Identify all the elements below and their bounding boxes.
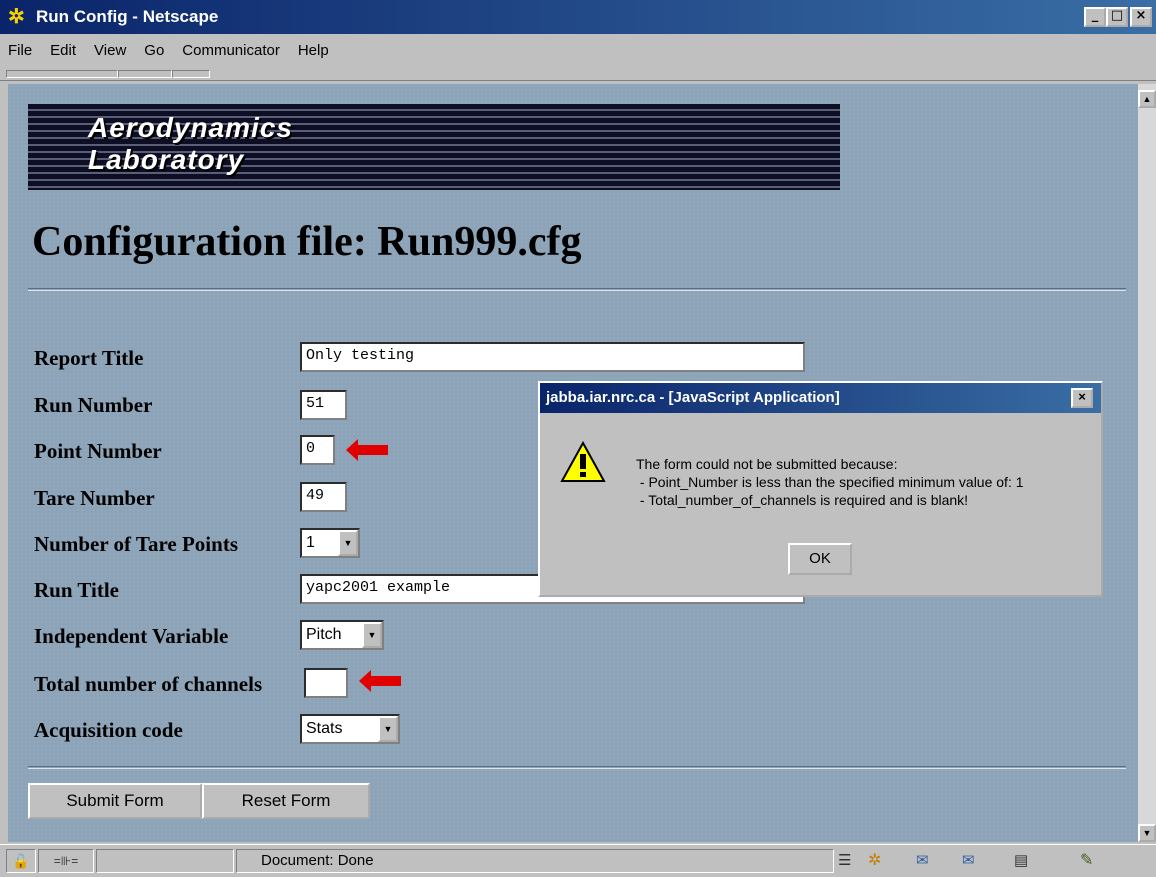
dialog-line-3: - Total_number_of_channels is required a… (636, 492, 969, 508)
error-arrow-icon (346, 439, 388, 461)
chevron-down-icon[interactable]: ▼ (362, 622, 382, 648)
submit-form-button[interactable]: Submit Form (28, 783, 202, 819)
divider-top (28, 288, 1126, 291)
tare-points-label: Number of Tare Points (34, 532, 238, 556)
network-connection-icon: =⊪= (38, 849, 94, 873)
netscape-logo-icon: ✲ (8, 6, 25, 28)
report-title-input[interactable]: Only testing (300, 342, 805, 372)
run-number-label: Run Number (34, 393, 153, 417)
logo-line-2: Laboratory (88, 144, 245, 175)
toolbar-grip-personal[interactable] (172, 70, 210, 78)
error-arrow-icon (359, 670, 401, 692)
status-text: Document: Done (236, 849, 834, 873)
menu-go[interactable]: Go (144, 42, 164, 59)
run-title-label: Run Title (34, 578, 120, 602)
dialog-line-1: The form could not be submitted because: (636, 456, 898, 472)
close-button[interactable]: × (1130, 7, 1152, 27)
logo-line-1: Aerodynamics (88, 112, 293, 143)
ok-button[interactable]: OK (788, 543, 852, 575)
tare-points-select[interactable]: 1 ▼ (300, 528, 360, 558)
dialog-title-bar[interactable]: jabba.iar.nrc.ca - [JavaScript Applicati… (540, 383, 1101, 413)
tare-number-label: Tare Number (34, 486, 155, 510)
dialog-title: jabba.iar.nrc.ca - [JavaScript Applicati… (546, 389, 840, 406)
menu-help[interactable]: Help (298, 42, 329, 59)
warning-icon (560, 441, 606, 482)
page-title: Configuration file: Run999.cfg (32, 219, 582, 265)
vertical-scrollbar[interactable] (1138, 84, 1156, 842)
dialog-close-button[interactable]: × (1071, 388, 1093, 408)
maximize-button[interactable]: □ (1106, 7, 1128, 27)
independent-variable-label: Independent Variable (34, 624, 229, 648)
conference-icon[interactable]: ✎ (1080, 851, 1093, 871)
chevron-down-icon[interactable]: ▼ (338, 530, 358, 556)
minimize-button[interactable]: _ (1084, 7, 1106, 27)
scroll-up-icon[interactable]: ▲ (1138, 90, 1156, 108)
total-channels-label: Total number of channels (34, 672, 263, 696)
menu-communicator[interactable]: Communicator (182, 42, 280, 59)
navigator-icon[interactable]: ✲ (868, 851, 881, 871)
tare-points-value: 1 (306, 534, 315, 551)
newsgroups-icon[interactable]: ✉ (962, 851, 975, 871)
independent-variable-select[interactable]: Pitch ▼ (300, 620, 384, 650)
reset-form-button[interactable]: Reset Form (202, 783, 370, 819)
point-number-input[interactable]: 0 (300, 435, 335, 465)
acquisition-code-value: Stats (306, 720, 343, 737)
acquisition-code-label: Acquisition code (34, 718, 183, 742)
menu-file[interactable]: File (8, 42, 32, 59)
menu-bar: File Edit View Go Communicator Help (0, 34, 1156, 68)
chevron-down-icon[interactable]: ▼ (378, 716, 398, 742)
component-bar-handle-icon[interactable]: ☰ (838, 851, 851, 871)
mail-icon[interactable]: ✉ (916, 851, 929, 871)
report-title-label: Report Title (34, 346, 144, 370)
total-channels-input[interactable] (304, 668, 348, 698)
dialog-line-2: - Point_Number is less than the specifie… (636, 474, 1024, 490)
point-number-label: Point Number (34, 439, 162, 463)
scroll-down-icon[interactable]: ▼ (1138, 824, 1156, 842)
toolbar-grip-navigation[interactable] (6, 70, 118, 78)
divider-bottom (28, 766, 1126, 769)
collapsed-toolbars (0, 68, 1156, 81)
status-bar: 🔓 =⊪= Document: Done ☰ ✲ ✉ ✉ ▤ ✎ (0, 844, 1156, 877)
menu-edit[interactable]: Edit (50, 42, 76, 59)
security-lock-icon[interactable]: 🔓 (6, 849, 36, 873)
progress-panel (96, 849, 234, 873)
dialog-message: The form could not be submitted because:… (636, 455, 1024, 509)
acquisition-code-select[interactable]: Stats ▼ (300, 714, 400, 744)
lab-logo: Aerodynamics Laboratory (28, 104, 840, 190)
tare-number-input[interactable]: 49 (300, 482, 347, 512)
run-number-input[interactable]: 51 (300, 390, 347, 420)
menu-view[interactable]: View (94, 42, 126, 59)
window-title: Run Config - Netscape (36, 7, 219, 26)
toolbar-grip-location[interactable] (118, 70, 172, 78)
composer-icon[interactable]: ▤ (1014, 851, 1028, 871)
independent-variable-value: Pitch (306, 626, 342, 643)
window-title-bar[interactable]: ✲ Run Config - Netscape _ □ × (0, 0, 1156, 34)
alert-dialog: jabba.iar.nrc.ca - [JavaScript Applicati… (538, 381, 1103, 597)
